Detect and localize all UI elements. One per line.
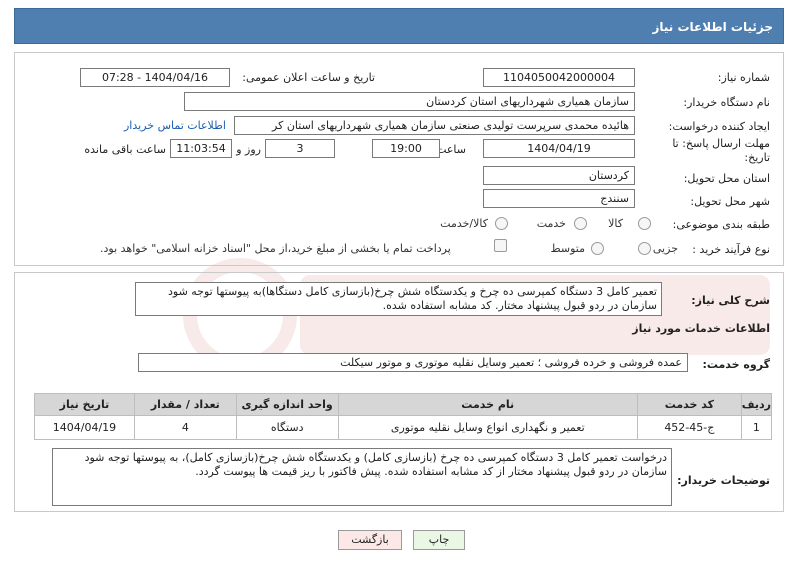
buyer-org-field: سازمان همیاری شهرداریهای استان کردستان: [184, 92, 635, 111]
services-table: ردیف کد خدمت نام خدمت واحد اندازه گیری ت…: [34, 393, 773, 440]
cell-need-date: 1404/04/19: [34, 415, 135, 440]
col-header-service-code: کد خدمت: [636, 393, 742, 416]
category-radio-goods-service[interactable]: [495, 217, 508, 230]
deadline-time-label: ساعت: [436, 143, 466, 156]
print-button[interactable]: چاپ: [413, 530, 465, 550]
deadline-date-field: 1404/04/19: [483, 139, 635, 158]
deadline-label-line2: تاریخ:: [744, 151, 770, 164]
services-title: اطلاعات خدمات مورد نیاز: [632, 322, 770, 335]
summary-label: شرح کلی نیاز:: [691, 294, 770, 307]
treasury-payment-note: پرداخت تمام یا بخشی از مبلغ خرید،از محل …: [100, 242, 451, 255]
process-radio-medium[interactable]: [591, 242, 604, 255]
col-header-need-date: تاریخ نیاز: [34, 393, 135, 416]
treasury-payment-checkbox[interactable]: [494, 239, 507, 252]
page-title: جزئیات اطلاعات نیاز: [652, 20, 773, 34]
category-option-goods-service: کالا/خدمت: [440, 217, 488, 230]
buyer-notes-label: توضیحات خریدار:: [677, 474, 770, 487]
table-row: 1 ج-45-452 تعمیر و نگهداری انواع وسایل ن…: [34, 415, 773, 440]
announce-datetime-field: 1404/04/16 - 07:28: [80, 68, 230, 87]
buyer-org-label: نام دستگاه خریدار:: [683, 96, 770, 109]
category-radio-goods[interactable]: [638, 217, 651, 230]
category-radio-service[interactable]: [574, 217, 587, 230]
process-label: نوع فرآیند خرید :: [692, 243, 770, 256]
need-number-field: 1104050042000004: [483, 68, 635, 87]
buyer-notes-textarea: درخواست تعمیر کامل 3 دستگاه کمپرسی ده چر…: [52, 448, 672, 506]
remaining-time-field: 11:03:54: [170, 139, 232, 158]
page-header: جزئیات اطلاعات نیاز: [14, 8, 784, 44]
category-label: طبقه بندی موضوعی:: [672, 218, 770, 231]
summary-textarea: تعمیر کامل 3 دستگاه کمپرسی ده چرخ و یکدس…: [135, 282, 662, 316]
province-field: کردستان: [483, 166, 635, 185]
col-header-service-name: نام خدمت: [337, 393, 638, 416]
category-option-goods: کالا: [608, 217, 623, 230]
deadline-label-line1: مهلت ارسال پاسخ: تا: [672, 137, 770, 150]
col-header-quantity: تعداد / مقدار: [133, 393, 237, 416]
process-option-medium: متوسط: [550, 242, 585, 255]
col-header-row-index: ردیف: [740, 393, 773, 416]
cell-unit: دستگاه: [235, 415, 339, 440]
cell-row-index: 1: [740, 415, 773, 440]
back-button[interactable]: بازگشت: [338, 530, 402, 550]
table-header-row: ردیف کد خدمت نام خدمت واحد اندازه گیری ت…: [34, 393, 773, 416]
city-label: شهر محل تحویل:: [690, 195, 770, 208]
service-group-label: گروه خدمت:: [702, 358, 770, 371]
process-option-minor: جزیی: [652, 242, 678, 255]
remaining-time-label: ساعت باقی مانده: [84, 143, 166, 156]
days-label: روز و: [236, 143, 261, 156]
province-label: استان محل تحویل:: [683, 172, 770, 185]
requester-label: ایجاد کننده درخواست:: [668, 120, 770, 133]
need-number-label: شماره نیاز:: [717, 71, 770, 84]
cell-service-code: ج-45-452: [636, 415, 742, 440]
city-field: سنندج: [483, 189, 635, 208]
deadline-time-field: 19:00: [372, 139, 440, 158]
process-radio-minor[interactable]: [638, 242, 651, 255]
remaining-days-field: 3: [265, 139, 335, 158]
service-group-field: عمده فروشی و خرده فروشی ؛ تعمیر وسایل نق…: [138, 353, 688, 372]
col-header-unit: واحد اندازه گیری: [235, 393, 339, 416]
buyer-contact-link[interactable]: اطلاعات تماس خریدار: [124, 119, 226, 132]
cell-quantity: 4: [133, 415, 237, 440]
cell-service-name: تعمیر و نگهداری انواع وسایل نقلیه موتوری: [337, 415, 638, 440]
announce-datetime-label: تاریخ و ساعت اعلان عمومی:: [242, 71, 375, 84]
category-option-service: خدمت: [536, 217, 566, 230]
requester-field: هائیده محمدی سرپرست تولیدی صنعتی سازمان …: [234, 116, 635, 135]
